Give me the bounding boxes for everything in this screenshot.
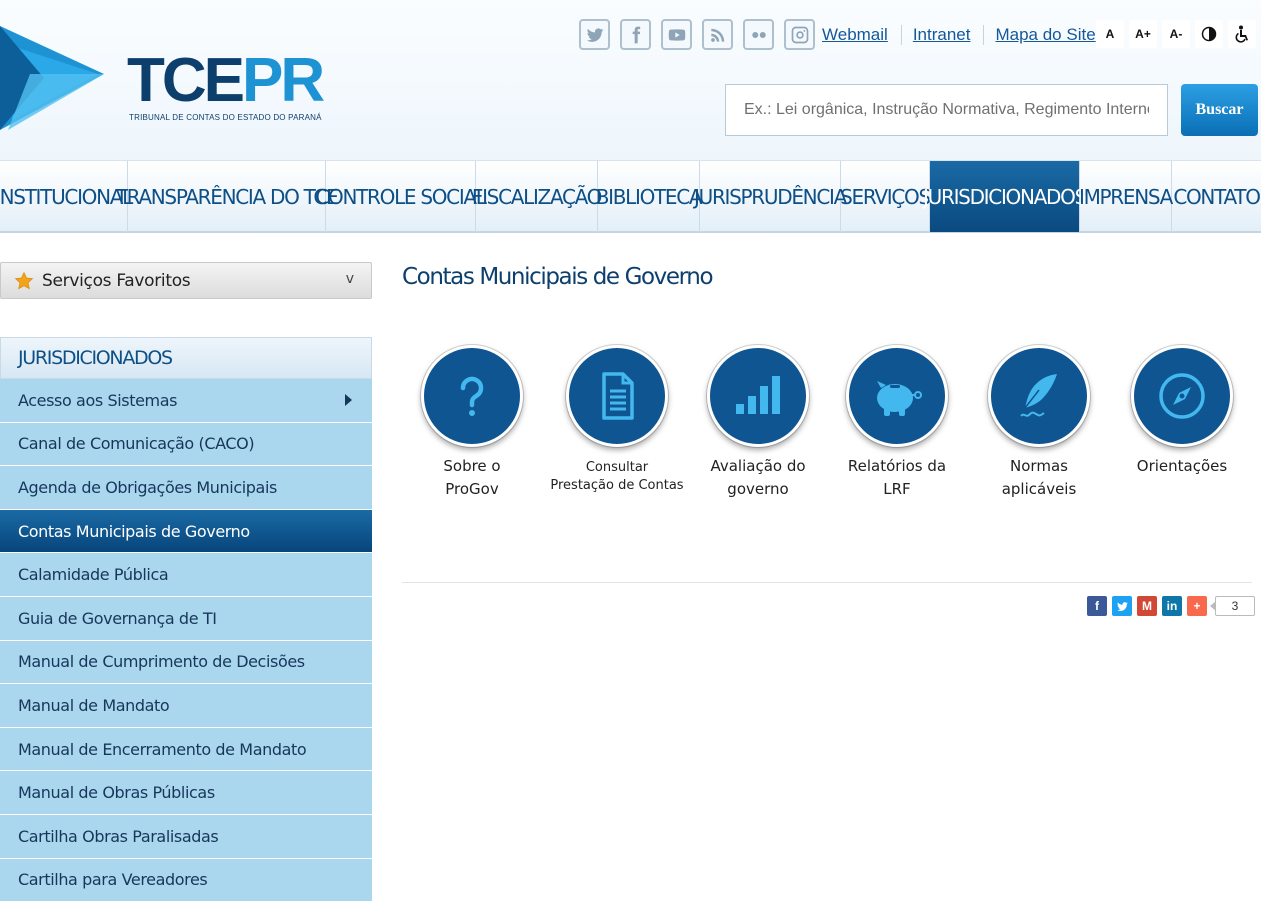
tile-avaliacao-governo[interactable]: Avaliação do governo: [688, 345, 828, 501]
sitemap-link[interactable]: Mapa do Site: [995, 25, 1095, 45]
divider: [983, 25, 985, 45]
tile-circle: [988, 345, 1090, 447]
question-icon: [460, 376, 484, 416]
gmail-icon[interactable]: M: [1137, 596, 1157, 616]
tile-label: Orientações: [1136, 457, 1228, 475]
search-button[interactable]: Buscar: [1181, 84, 1258, 136]
font-increase-button[interactable]: A+: [1129, 20, 1157, 48]
favorites-dropdown[interactable]: Serviços Favoritos v: [0, 262, 372, 299]
page-title: Contas Municipais de Governo: [402, 264, 714, 290]
compass-icon: [1159, 373, 1205, 419]
tile-circle: [1131, 345, 1233, 447]
flickr-icon[interactable]: [743, 19, 774, 50]
twitter-icon[interactable]: [1112, 596, 1132, 616]
tile-circle: [707, 345, 809, 447]
accessibility-tools: A A+ A-: [1096, 20, 1256, 48]
linkedin-icon[interactable]: in: [1162, 596, 1182, 616]
content-divider: [402, 582, 1252, 583]
font-normal-button[interactable]: A: [1096, 20, 1124, 48]
sidebar-menu: Acesso aos Sistemas Canal de Comunicação…: [0, 379, 372, 902]
nav-item-servicos[interactable]: SERVIÇOS: [840, 161, 931, 232]
nav-item-institucional[interactable]: INSTITUCIONAL: [0, 161, 133, 232]
document-icon: [602, 372, 634, 420]
tile-label: Avaliação do governo: [710, 457, 806, 498]
rss-icon[interactable]: [702, 19, 733, 50]
twitter-icon[interactable]: [579, 19, 610, 50]
nav-item-jurisprudencia[interactable]: JURISPRUDÊNCIA: [694, 161, 847, 232]
nav-item-transparencia[interactable]: TRANSPARÊNCIA DO TCE: [116, 161, 339, 232]
facebook-icon[interactable]: [620, 19, 651, 50]
sidebar-item-mandato[interactable]: Manual de Mandato: [0, 684, 372, 728]
tce-logo[interactable]: TCEPR TRIBUNAL DE CONTAS DO ESTADO DO PA…: [0, 18, 340, 138]
caret-right-icon: [345, 394, 352, 406]
tile-circle: [421, 345, 523, 447]
nav-item-imprensa[interactable]: IMPRENSA: [1079, 161, 1173, 232]
chevron-down-icon: v: [345, 271, 354, 287]
nav-item-controle-social[interactable]: CONTROLE SOCIAL: [315, 161, 487, 232]
quill-icon: [1020, 374, 1057, 417]
tile-normas-aplicaveis[interactable]: Normas aplicáveis: [969, 345, 1109, 501]
tile-label: Normas aplicáveis: [1001, 457, 1077, 498]
facebook-icon[interactable]: f: [1087, 596, 1107, 616]
site-header: TCEPR TRIBUNAL DE CONTAS DO ESTADO DO PA…: [0, 0, 1261, 160]
nav-item-contato[interactable]: CONTATO: [1172, 161, 1261, 232]
triangle-logo-icon: [0, 26, 104, 130]
tile-label: Consultar Prestação de Contas: [550, 460, 684, 493]
share-bar: f M in + 3: [1087, 596, 1255, 616]
sidebar-item-agenda[interactable]: Agenda de Obrigações Municipais: [0, 466, 372, 510]
favorites-label: Serviços Favoritos: [42, 270, 191, 291]
star-icon: [14, 271, 34, 289]
instagram-icon[interactable]: [784, 19, 815, 50]
tile-sobre-progov[interactable]: Sobre o ProGov: [402, 345, 542, 501]
sidebar-section-title: JURISDICIONADOS: [0, 337, 372, 379]
font-decrease-button[interactable]: A-: [1162, 20, 1190, 48]
tile-label: Relatórios da LRF: [847, 457, 947, 498]
top-links: Webmail Intranet Mapa do Site: [822, 25, 1096, 45]
tile-circle: [566, 345, 668, 447]
logo-wordmark: TCEPR: [127, 46, 325, 115]
search-input[interactable]: [725, 84, 1168, 136]
sidebar-item-cumprimento[interactable]: Manual de Cumprimento de Decisões: [0, 640, 372, 685]
sidebar-item-acesso-sistemas[interactable]: Acesso aos Sistemas: [0, 379, 372, 423]
tile-orientacoes[interactable]: Orientações: [1112, 345, 1252, 478]
share-count: 3: [1210, 596, 1255, 616]
divider: [900, 25, 902, 45]
youtube-icon[interactable]: [661, 19, 692, 50]
tile-circle: [846, 345, 948, 447]
logo-subtitle: TRIBUNAL DE CONTAS DO ESTADO DO PARANÁ: [129, 113, 322, 122]
social-links: [579, 19, 815, 50]
sidebar-item-contas-municipais[interactable]: Contas Municipais de Governo: [0, 509, 372, 554]
piggy-bank-icon: [877, 381, 922, 416]
sidebar-item-calamidade[interactable]: Calamidade Pública: [0, 553, 372, 597]
sidebar-item-label: Acesso aos Sistemas: [18, 390, 178, 410]
contrast-icon[interactable]: [1195, 20, 1223, 48]
service-tiles: Sobre o ProGov Consultar Prestação de Co…: [402, 345, 1252, 515]
webmail-link[interactable]: Webmail: [822, 25, 888, 45]
nav-item-jurisdicionados[interactable]: JURISDICIONADOS: [923, 161, 1087, 232]
sidebar-item-encerramento[interactable]: Manual de Encerramento de Mandato: [0, 727, 372, 772]
intranet-link[interactable]: Intranet: [913, 25, 971, 45]
main-nav: INSTITUCIONAL TRANSPARÊNCIA DO TCE CONTR…: [0, 160, 1261, 233]
plus-icon[interactable]: +: [1187, 596, 1207, 616]
nav-item-fiscalizacao[interactable]: FISCALIZAÇÃO: [472, 161, 602, 232]
sidebar-item-obras[interactable]: Manual de Obras Públicas: [0, 771, 372, 815]
sidebar-item-obras-paralisadas[interactable]: Cartilha Obras Paralisadas: [0, 814, 372, 859]
tile-consultar-prestacao[interactable]: Consultar Prestação de Contas: [547, 345, 687, 495]
nav-item-biblioteca[interactable]: BIBLIOTECA: [596, 161, 703, 232]
accessibility-icon[interactable]: [1228, 20, 1256, 48]
tile-label: Sobre o ProGov: [443, 457, 501, 498]
sidebar-item-caco[interactable]: Canal de Comunicação (CACO): [0, 422, 372, 467]
tile-relatorios-lrf[interactable]: Relatórios da LRF: [827, 345, 967, 501]
bar-chart-icon: [736, 376, 780, 414]
sidebar-item-guia-ti[interactable]: Guia de Governança de TI: [0, 596, 372, 641]
sidebar-item-vereadores[interactable]: Cartilha para Vereadores: [0, 858, 372, 902]
